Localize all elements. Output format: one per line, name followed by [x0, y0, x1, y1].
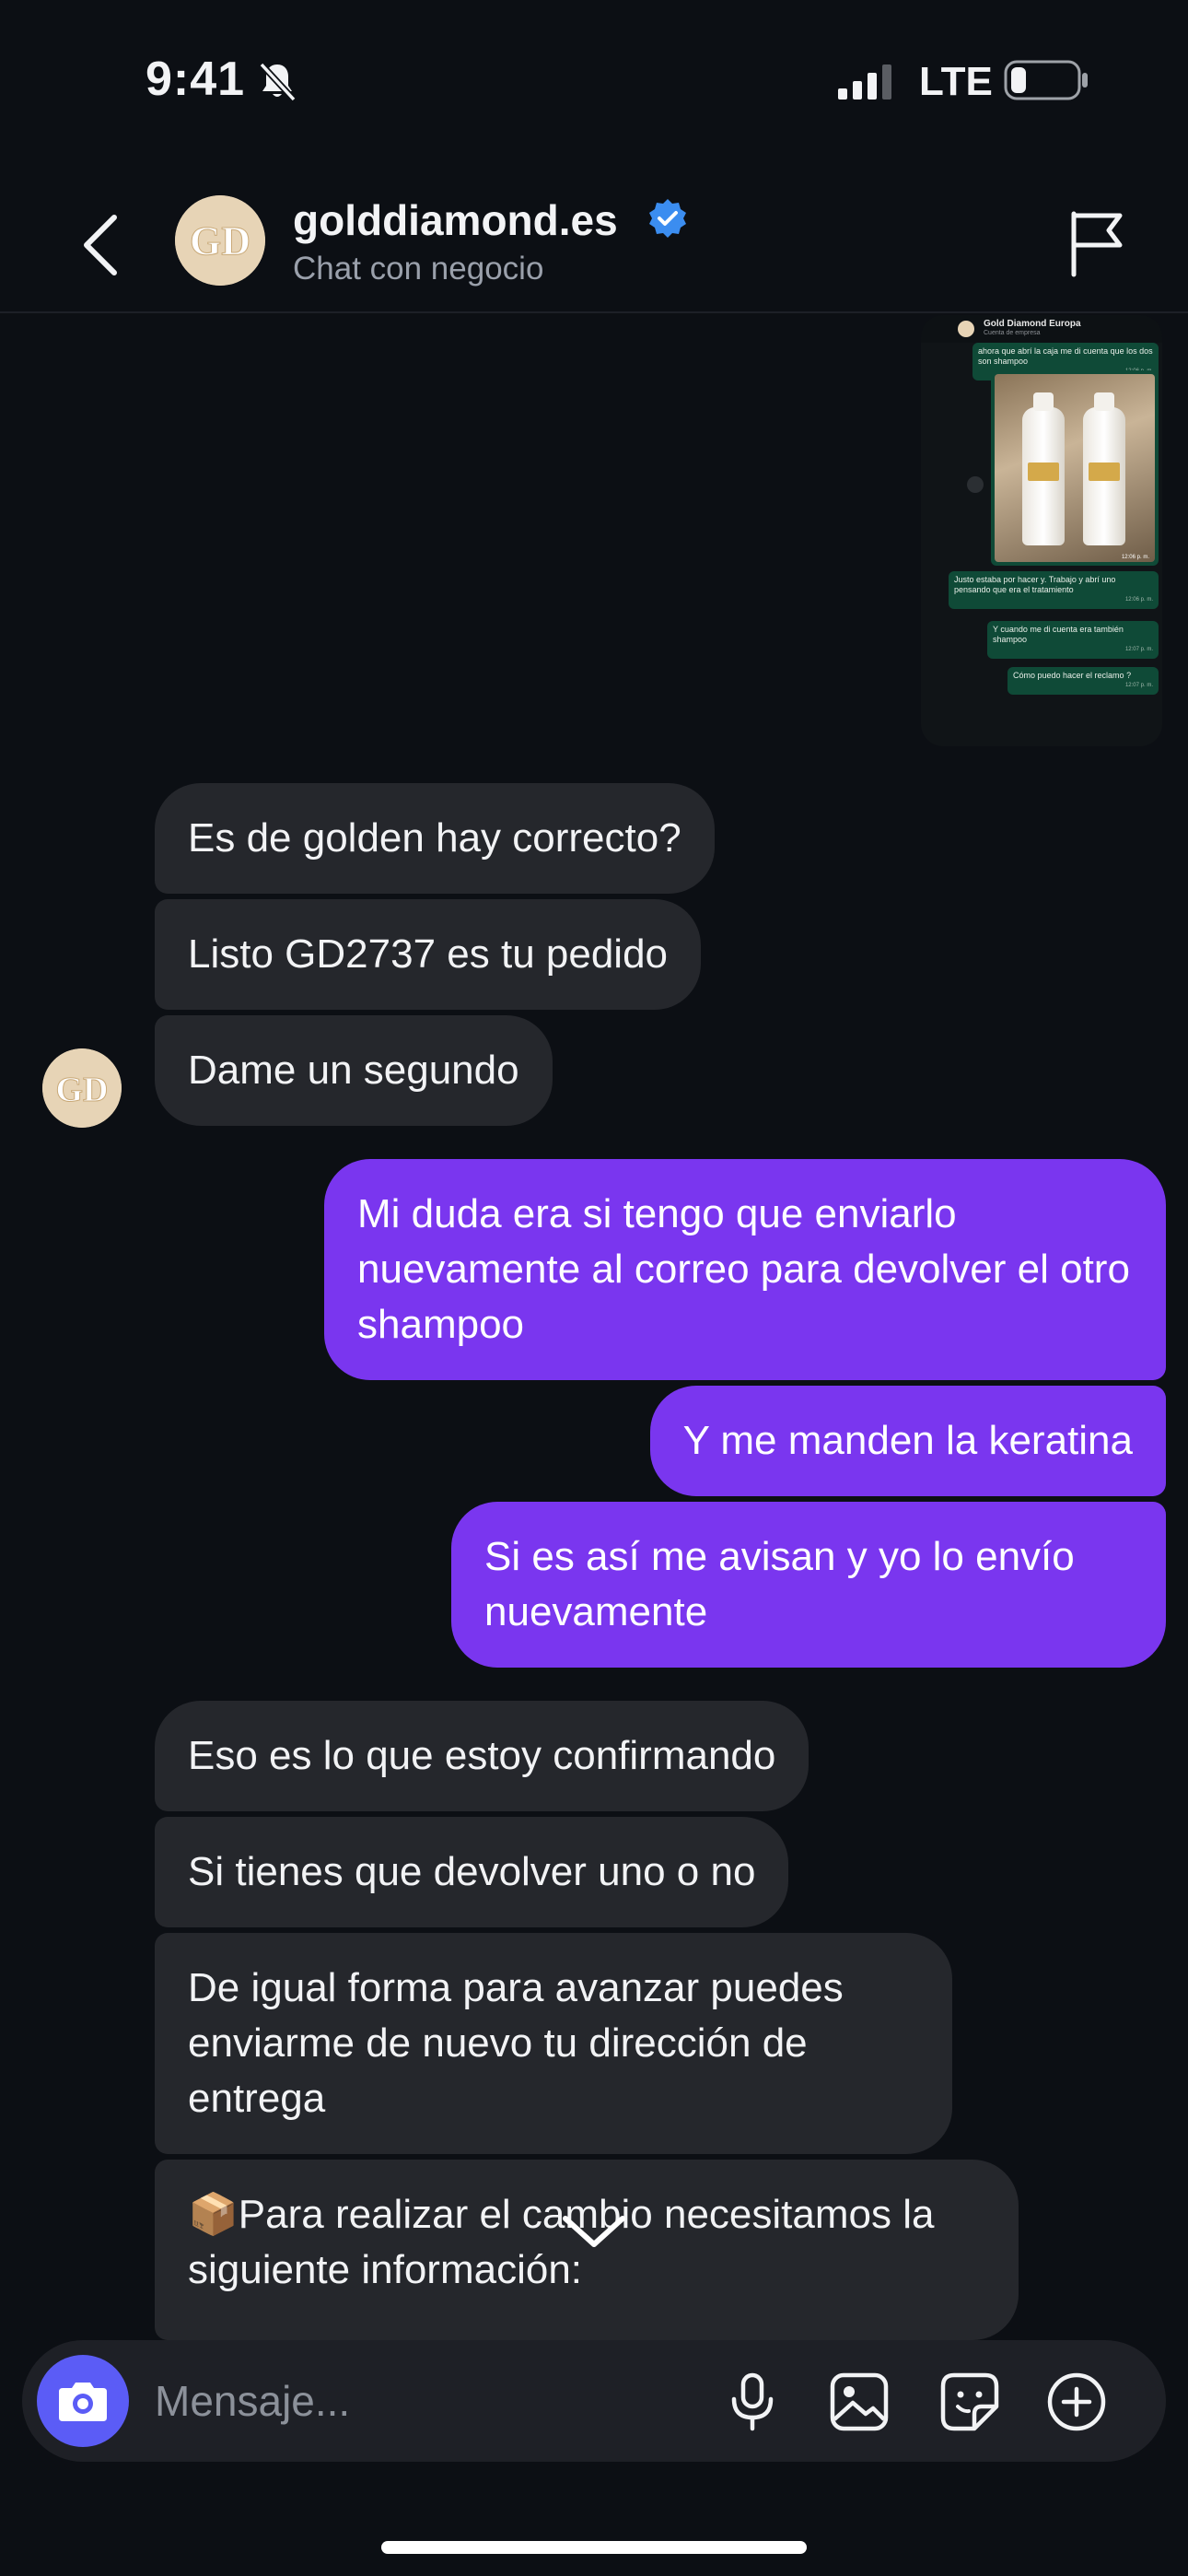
plus-circle-icon[interactable] — [1042, 2368, 1111, 2436]
camera-icon — [59, 2383, 107, 2421]
avatar[interactable]: GD — [175, 195, 265, 286]
message-incoming[interactable]: Si tienes que devolver uno o no — [155, 1817, 789, 1927]
chevron-down-icon[interactable] — [556, 2202, 632, 2263]
sticker-icon[interactable] — [936, 2368, 1004, 2436]
signal-icon — [838, 64, 891, 100]
microphone-icon[interactable] — [718, 2368, 786, 2436]
contact-subtitle: Chat con negocio — [293, 251, 544, 287]
message-incoming[interactable]: Es de golden hay correcto? — [155, 783, 715, 894]
gd-logo-icon: GD — [42, 1048, 122, 1128]
attachment-avatar — [958, 321, 974, 337]
screenshot-attachment[interactable]: Gold Diamond Europa Cuenta de empresa ah… — [921, 315, 1162, 746]
attachment-message: Y cuando me di cuenta era también shampo… — [987, 621, 1159, 659]
battery-icon — [1004, 60, 1088, 100]
verified-badge-icon — [649, 199, 686, 238]
message-input[interactable] — [155, 2373, 707, 2429]
home-indicator[interactable] — [381, 2541, 807, 2554]
camera-button[interactable] — [37, 2355, 129, 2447]
message-outgoing[interactable]: Si es así me avisan y yo lo envío nuevam… — [451, 1502, 1166, 1668]
svg-text:GD: GD — [190, 218, 250, 263]
chat-screen: 9:41 LTE GD golddiamond.es Chat con nego… — [0, 0, 1188, 2576]
message-composer — [22, 2340, 1166, 2462]
bell-slash-icon — [259, 62, 297, 102]
network-label: LTE — [919, 59, 993, 104]
message-incoming[interactable]: Listo GD2737 es tu pedido — [155, 899, 702, 1010]
attachment-chat-title: Gold Diamond Europa — [984, 319, 1081, 329]
status-time: 9:41 — [146, 53, 246, 106]
contact-name[interactable]: golddiamond.es — [293, 195, 618, 245]
attachment-message: Cómo puedo hacer el reclamo ? 12:07 p. m… — [1007, 667, 1159, 695]
attachment-message: Justo estaba por hacer y. Trabajo y abrí… — [949, 571, 1159, 609]
message-outgoing[interactable]: Mi duda era si tengo que enviarlo nuevam… — [324, 1159, 1166, 1380]
svg-text:GD: GD — [56, 1071, 109, 1109]
attachment-chat-subtitle: Cuenta de empresa — [984, 330, 1041, 336]
message-outgoing[interactable]: Y me manden la keratina — [649, 1386, 1166, 1496]
share-icon — [967, 476, 984, 493]
flag-icon[interactable] — [1066, 208, 1127, 278]
image-icon[interactable] — [825, 2368, 893, 2436]
back-chevron-icon[interactable] — [74, 208, 129, 282]
chat-header: GD golddiamond.es Chat con negocio — [0, 175, 1188, 313]
message-incoming[interactable]: De igual forma para avanzar puedes envia… — [155, 1933, 952, 2154]
message-incoming[interactable]: Dame un segundo — [155, 1015, 553, 1126]
gd-logo-icon: GD — [175, 195, 265, 286]
message-incoming[interactable]: Eso es lo que estoy confirmando — [155, 1701, 809, 1811]
attachment-photo: 12:06 p. m. — [991, 370, 1159, 566]
sender-avatar[interactable]: GD — [42, 1048, 122, 1128]
